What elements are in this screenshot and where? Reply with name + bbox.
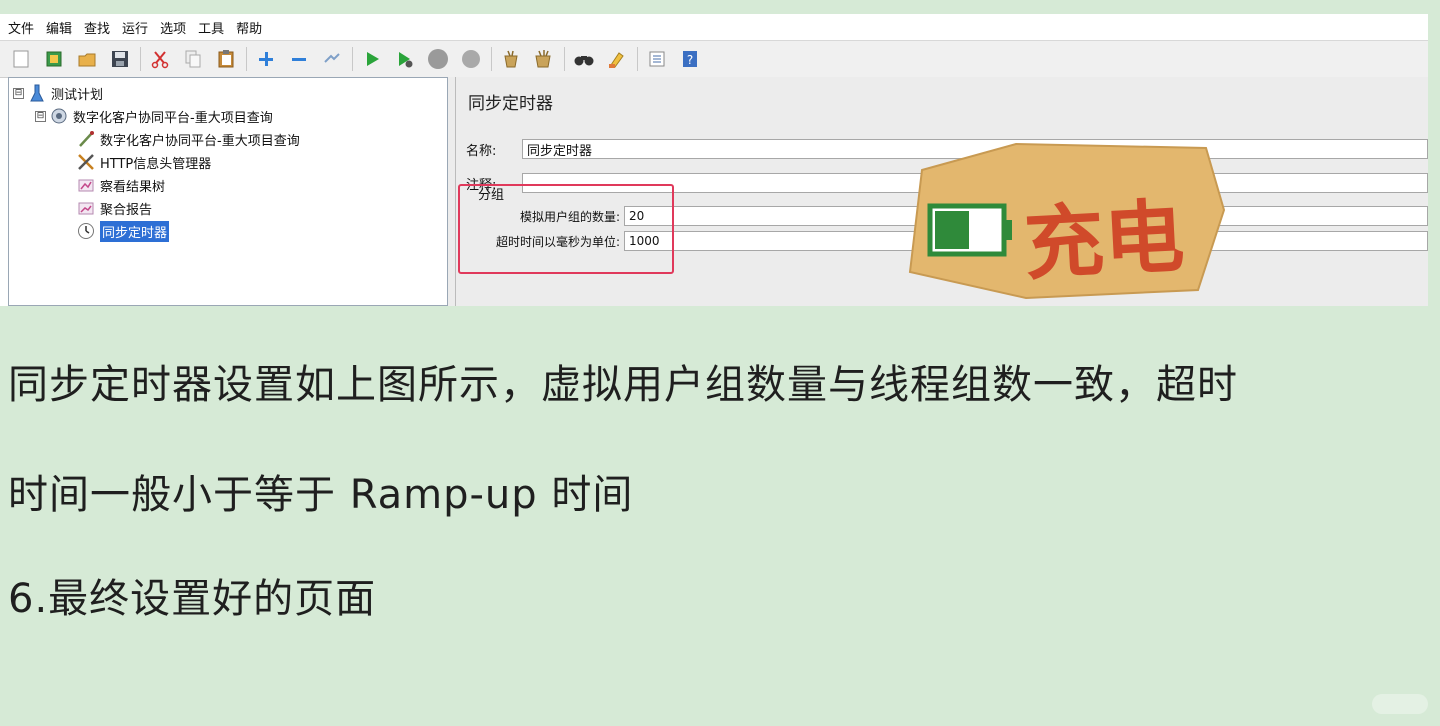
caption-line-1: 同步定时器设置如上图所示，虚拟用户组数量与线程组数一致，超时: [8, 362, 1238, 408]
tree-item-label: 数字化客户协同平台-重大项目查询: [73, 110, 273, 126]
caption-line-2: 时间一般小于等于 Ramp-up 时间: [8, 472, 634, 518]
shutdown-icon[interactable]: [460, 48, 482, 70]
charging-sticker: 充电: [908, 142, 1226, 300]
test-plan-tree[interactable]: ⊟ 测试计划 ⊟ 数字化客户协同平台-重大项目查询 数字化客户协同平台-重大项目…: [8, 77, 448, 306]
num-users-label: 模拟用户组的数量:: [519, 209, 620, 224]
paste-icon[interactable]: [215, 48, 237, 70]
tree-item-aggregate-report[interactable]: 聚合报告: [77, 197, 152, 219]
cut-icon[interactable]: [149, 48, 171, 70]
header-manager-icon: [77, 153, 95, 171]
menu-run[interactable]: 运行: [122, 18, 148, 37]
menu-file[interactable]: 文件: [8, 18, 34, 37]
reset-search-icon[interactable]: [606, 48, 628, 70]
tree-item-test-plan[interactable]: ⊟ 测试计划: [13, 82, 103, 104]
clear-all-icon[interactable]: [533, 48, 555, 70]
pane-splitter[interactable]: [448, 77, 455, 306]
expand-icon[interactable]: [255, 48, 277, 70]
templates-icon[interactable]: [43, 48, 65, 70]
tree-item-header-manager[interactable]: HTTP信息头管理器: [77, 151, 211, 173]
open-icon[interactable]: [76, 48, 98, 70]
toolbar-separator: [564, 47, 565, 71]
save-icon[interactable]: [109, 48, 131, 70]
menu-search[interactable]: 查找: [84, 18, 110, 37]
tree-item-label: 聚合报告: [100, 202, 153, 218]
tree-item-label: 察看结果树: [100, 179, 166, 195]
menu-help[interactable]: 帮助: [236, 18, 262, 37]
toolbar-separator: [491, 47, 492, 71]
aggregate-report-icon: [77, 199, 95, 217]
start-icon[interactable]: [361, 48, 383, 70]
search-icon[interactable]: [573, 48, 595, 70]
timer-icon: [77, 222, 95, 240]
function-helper-icon[interactable]: [646, 48, 668, 70]
results-tree-icon: [77, 176, 95, 194]
test-plan-icon: [28, 84, 46, 102]
tree-item-results-tree[interactable]: 察看结果树: [77, 174, 165, 196]
tree-item-sync-timer[interactable]: 同步定时器: [77, 220, 170, 242]
thread-group-icon: [50, 107, 68, 125]
tree-item-label: HTTP信息头管理器: [100, 156, 212, 172]
new-icon[interactable]: [10, 48, 32, 70]
collapse-toggle-icon[interactable]: ⊟: [13, 87, 24, 99]
toolbar: ?: [0, 40, 1428, 78]
toggle-icon[interactable]: [321, 48, 343, 70]
menu-tools[interactable]: 工具: [198, 18, 224, 37]
start-no-pause-icon[interactable]: [394, 48, 416, 70]
stop-icon[interactable]: [427, 48, 449, 70]
collapse-toggle-icon[interactable]: ⊟: [35, 110, 46, 122]
sticker-text: 充电: [1022, 190, 1187, 291]
tree-item-thread-group[interactable]: ⊟ 数字化客户协同平台-重大项目查询: [35, 105, 273, 127]
caption-line-3: 6.最终设置好的页面: [8, 576, 377, 622]
editor-title: 同步定时器: [468, 94, 553, 114]
watermark-pill: [1372, 694, 1428, 714]
menu-options[interactable]: 选项: [160, 18, 186, 37]
toolbar-separator: [352, 47, 353, 71]
tree-item-label: 测试计划: [51, 87, 104, 103]
tree-item-label: 数字化客户协同平台-重大项目查询: [100, 133, 300, 149]
timeout-label: 超时时间以毫秒为单位:: [495, 234, 620, 249]
help-icon[interactable]: ?: [679, 48, 701, 70]
collapse-icon[interactable]: [288, 48, 310, 70]
grouping-title: 分组: [478, 188, 505, 203]
tree-item-http-sampler[interactable]: 数字化客户协同平台-重大项目查询: [77, 128, 300, 150]
copy-icon[interactable]: [182, 48, 204, 70]
svg-text:?: ?: [687, 53, 693, 67]
toolbar-separator: [140, 47, 141, 71]
toolbar-separator: [246, 47, 247, 71]
name-label: 名称:: [466, 143, 497, 159]
tree-item-label: 同步定时器: [100, 220, 170, 242]
menu-bar: 文件 编辑 查找 运行 选项 工具 帮助: [0, 14, 1428, 40]
toolbar-separator: [637, 47, 638, 71]
clear-icon[interactable]: [500, 48, 522, 70]
http-sampler-icon: [77, 130, 95, 148]
menu-edit[interactable]: 编辑: [46, 18, 72, 37]
battery-icon: [927, 203, 1012, 257]
